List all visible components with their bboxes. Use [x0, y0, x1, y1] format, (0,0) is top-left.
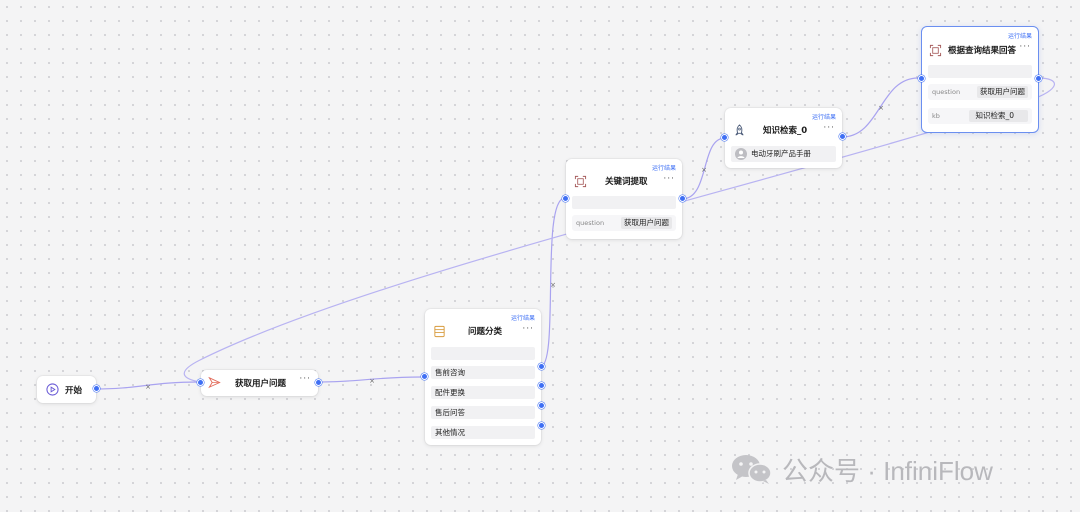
edge-keyword-retrieval[interactable]: [681, 137, 726, 200]
edge-label[interactable]: ×: [145, 383, 151, 391]
keyword-output-handle[interactable]: [679, 195, 686, 202]
watermark: 公众号 · InfiniFlow: [730, 451, 993, 487]
classify-input-handle[interactable]: [421, 373, 428, 380]
avatar: [735, 148, 747, 160]
edge-retrieval-answer[interactable]: [841, 77, 919, 138]
frame-icon: [574, 175, 587, 187]
retrieval-input-handle[interactable]: [721, 134, 728, 141]
category-output-handle[interactable]: [538, 382, 545, 389]
run-result-link[interactable]: 运行结果: [652, 163, 676, 172]
param-row-question[interactable]: question 获取用户问题: [572, 215, 676, 231]
frame-icon: [929, 44, 942, 56]
answer-node-title: 根据查询结果回答: [948, 46, 1017, 56]
edge-label[interactable]: ×: [701, 166, 707, 174]
category-item[interactable]: 售前咨询: [431, 366, 535, 379]
more-options-button[interactable]: ···: [299, 375, 311, 384]
answer-node[interactable]: 运行结果 根据查询结果回答 ··· question 获取用户问题 kb 知识检…: [918, 26, 1042, 133]
run-result-link[interactable]: 运行结果: [812, 112, 836, 121]
edge-start-getquestion[interactable]: [94, 381, 201, 390]
knowledge-base-item[interactable]: 电动牙刷产品手册: [731, 146, 836, 162]
more-options-button[interactable]: ···: [522, 325, 534, 334]
category-item[interactable]: 配件更换: [431, 386, 535, 399]
edge-getquestion-classify[interactable]: [316, 376, 422, 383]
param-key: question: [576, 219, 605, 227]
start-node[interactable]: 开始: [37, 376, 100, 403]
param-value[interactable]: 获取用户问题: [621, 217, 672, 229]
retrieval-output-handle[interactable]: [839, 133, 846, 140]
category-item[interactable]: 其他情况: [431, 426, 535, 439]
classify-node[interactable]: 运行结果 问题分类 ··· 售前咨询 配件更换 售后问答 其他情况: [421, 309, 545, 445]
answer-empty-field[interactable]: [928, 65, 1032, 78]
start-node-title: 开始: [65, 385, 83, 396]
retrieval-node[interactable]: 运行结果 知识检索_0 ··· 电动牙刷产品手册: [721, 108, 846, 168]
keyword-node-title: 关键词提取: [605, 177, 648, 187]
keyword-node[interactable]: 运行结果 关键词提取 ··· question 获取用户问题: [562, 159, 686, 239]
more-options-button[interactable]: ···: [663, 175, 675, 184]
wechat-icon: [732, 455, 772, 484]
more-options-button[interactable]: ···: [1019, 43, 1031, 52]
knowledge-base-name: 电动牙刷产品手册: [751, 149, 811, 158]
param-key: kb: [932, 112, 940, 120]
get-question-input-handle[interactable]: [197, 379, 204, 386]
keyword-input-handle[interactable]: [562, 195, 569, 202]
retrieval-node-title: 知识检索_0: [763, 126, 808, 136]
rocket-icon: [735, 123, 744, 136]
edge-classify-keyword[interactable]: [539, 197, 566, 368]
more-options-button[interactable]: ···: [823, 124, 835, 133]
edge-label[interactable]: ×: [369, 377, 375, 385]
list-icon: [434, 325, 445, 337]
get-question-output-handle[interactable]: [315, 379, 322, 386]
get-question-node[interactable]: 获取用户问题 ···: [197, 370, 322, 396]
user-icon: [737, 150, 745, 158]
classify-node-title: 问题分类: [468, 327, 503, 337]
play-circle-icon: [46, 383, 59, 396]
keyword-empty-field[interactable]: [572, 196, 676, 209]
start-output-handle[interactable]: [93, 385, 100, 392]
category-output-handle[interactable]: [538, 363, 545, 370]
param-value[interactable]: 获取用户问题: [977, 86, 1028, 98]
category-item[interactable]: 售后问答: [431, 406, 535, 419]
answer-input-handle[interactable]: [918, 75, 925, 82]
run-result-link[interactable]: 运行结果: [1008, 31, 1032, 40]
paper-plane-icon: [208, 376, 221, 389]
param-value[interactable]: 知识检索_0: [969, 110, 1028, 122]
param-row-question[interactable]: question 获取用户问题: [928, 84, 1032, 100]
classify-empty-field[interactable]: [431, 347, 535, 360]
category-output-handle[interactable]: [538, 402, 545, 409]
run-result-link[interactable]: 运行结果: [511, 313, 535, 322]
category-output-handle[interactable]: [538, 422, 545, 429]
watermark-text: 公众号 · InfiniFlow: [782, 455, 993, 486]
param-key: question: [932, 88, 961, 96]
get-question-node-title: 获取用户问题: [235, 378, 287, 389]
answer-output-handle[interactable]: [1035, 75, 1042, 82]
param-row-kb[interactable]: kb 知识检索_0: [928, 108, 1032, 124]
edge-label[interactable]: ×: [550, 281, 556, 289]
edge-label[interactable]: ×: [878, 104, 884, 112]
